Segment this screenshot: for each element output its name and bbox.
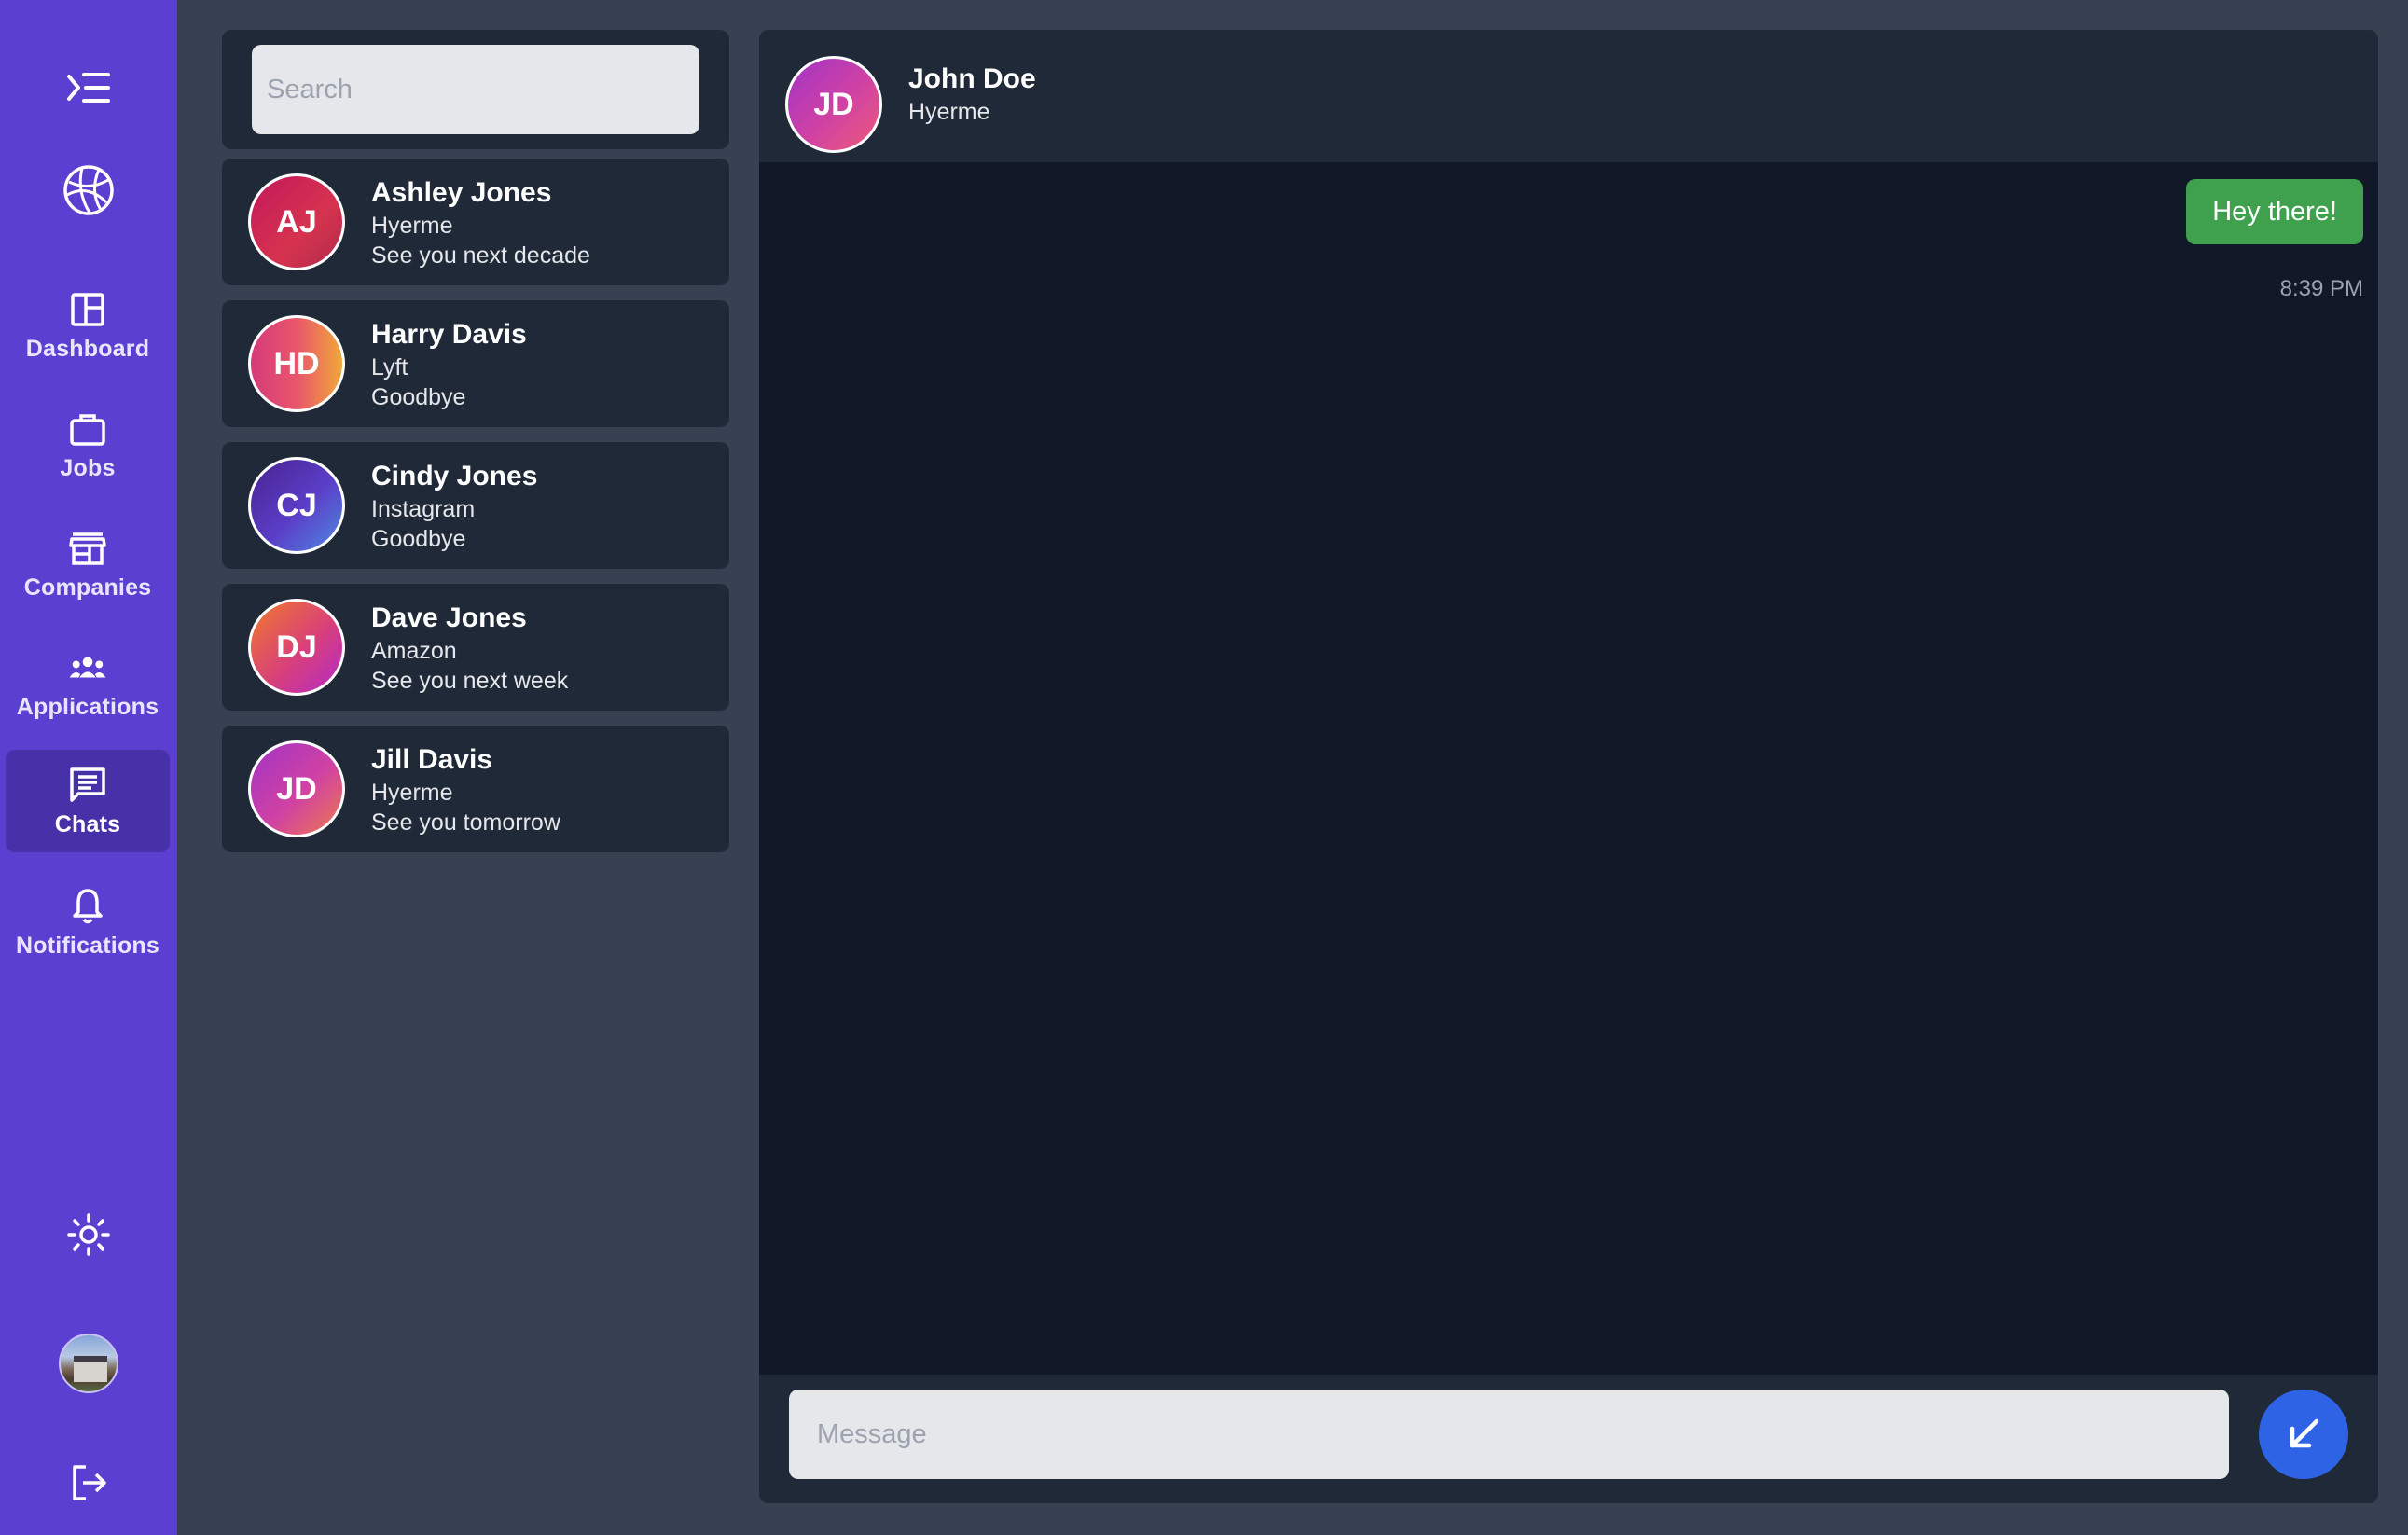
nav-dashboard[interactable]: Dashboard	[6, 274, 170, 377]
nav-notifications[interactable]: Notifications	[6, 871, 170, 974]
contact-item-dave-jones[interactable]: DJ Dave Jones Amazon See you next week	[222, 584, 729, 711]
contact-name: Jill Davis	[371, 744, 493, 775]
contact-company: Hyerme	[371, 213, 453, 239]
contact-company: Hyerme	[371, 780, 453, 806]
globe-logo-icon	[63, 165, 114, 215]
chat-header: JD John Doe Hyerme	[759, 30, 2378, 162]
avatar: CJ	[248, 457, 345, 554]
nav-label: Applications	[16, 693, 159, 720]
avatar: JD	[785, 56, 882, 153]
logout-button[interactable]	[0, 1459, 177, 1507]
contact-last-message: See you next decade	[371, 242, 590, 269]
bell-icon	[73, 888, 103, 923]
chat-contact-company: Hyerme	[908, 99, 990, 125]
menu-toggle-button[interactable]	[0, 58, 177, 118]
contact-last-message: See you next week	[371, 668, 569, 694]
menu-collapse-icon	[67, 73, 110, 103]
contact-name: Ashley Jones	[371, 177, 552, 208]
logout-icon	[73, 1465, 106, 1500]
contact-company: Amazon	[371, 638, 457, 664]
sidebar: Dashboard Jobs Companies Applications Ch…	[0, 0, 177, 1535]
avatar: JD	[248, 740, 345, 837]
chat-icon	[70, 767, 105, 802]
sun-icon	[67, 1213, 110, 1256]
search-container	[222, 30, 729, 149]
send-button[interactable]	[2259, 1390, 2348, 1479]
chat-contact-name: John Doe	[908, 63, 1036, 94]
nav-label: Chats	[54, 810, 121, 837]
contact-company: Instagram	[371, 496, 476, 522]
storefront-icon	[69, 532, 106, 565]
message-bubble-outgoing: Hey there!	[2186, 179, 2363, 244]
profile-avatar-button[interactable]	[0, 1332, 177, 1395]
contact-last-message: Goodbye	[371, 384, 466, 410]
avatar: DJ	[248, 599, 345, 696]
avatar	[59, 1334, 118, 1393]
dashboard-icon	[71, 292, 104, 326]
nav-label: Jobs	[60, 454, 116, 481]
nav-label: Dashboard	[25, 335, 150, 362]
nav-label: Companies	[23, 574, 152, 601]
contact-name: Cindy Jones	[371, 461, 538, 491]
people-icon	[69, 657, 106, 678]
contact-company: Lyft	[371, 354, 408, 380]
chat-panel: JD John Doe Hyerme Hey there! 8:39 PM	[759, 30, 2378, 1503]
message-input[interactable]	[789, 1390, 2229, 1479]
message-list[interactable]: Hey there! 8:39 PM	[759, 162, 2378, 1375]
contact-last-message: See you tomorrow	[371, 809, 560, 836]
briefcase-icon	[70, 413, 105, 446]
arrow-down-left-icon	[2290, 1418, 2319, 1448]
contact-name: Dave Jones	[371, 602, 527, 633]
avatar: HD	[248, 315, 345, 412]
contact-item-ashley-jones[interactable]: AJ Ashley Jones Hyerme See you next deca…	[222, 159, 729, 285]
contact-last-message: Goodbye	[371, 526, 466, 552]
contact-item-harry-davis[interactable]: HD Harry Davis Lyft Goodbye	[222, 300, 729, 427]
contact-name: Harry Davis	[371, 319, 527, 350]
nav-jobs[interactable]: Jobs	[6, 394, 170, 496]
nav-applications[interactable]: Applications	[6, 632, 170, 735]
search-input[interactable]	[252, 45, 699, 134]
nav-label: Notifications	[16, 932, 159, 959]
avatar: AJ	[248, 173, 345, 270]
nav-chats[interactable]: Chats	[6, 750, 170, 852]
message-timestamp: 8:39 PM	[2279, 276, 2363, 301]
contact-item-jill-davis[interactable]: JD Jill Davis Hyerme See you tomorrow	[222, 726, 729, 852]
contact-item-cindy-jones[interactable]: CJ Cindy Jones Instagram Goodbye	[222, 442, 729, 569]
theme-toggle-button[interactable]	[0, 1209, 177, 1261]
message-composer	[759, 1375, 2378, 1503]
nav-companies[interactable]: Companies	[6, 513, 170, 615]
logo[interactable]	[0, 160, 177, 220]
